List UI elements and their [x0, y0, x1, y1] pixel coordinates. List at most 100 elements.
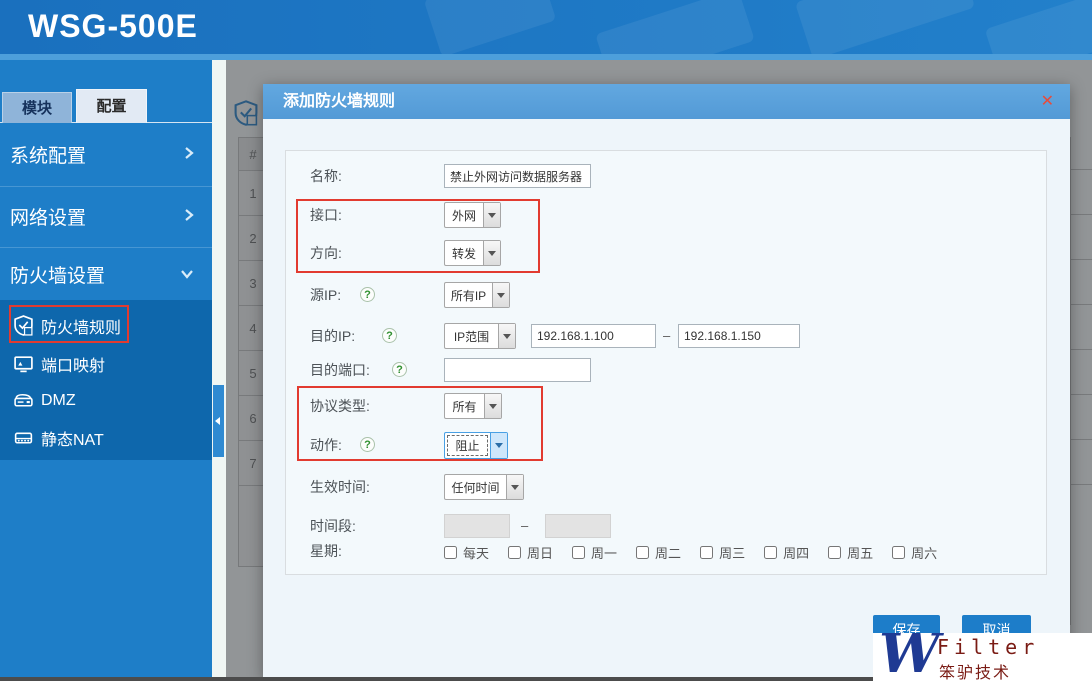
dest-ip-range-start-input[interactable] — [531, 324, 656, 348]
week-option-tuesday[interactable]: 周二 — [636, 543, 681, 562]
range-separator: – — [663, 328, 671, 343]
header-texture — [794, 0, 976, 54]
sidebar-item-label: 端口映射 — [41, 357, 106, 375]
sidebar-item-network-settings[interactable]: 网络设置 — [0, 186, 212, 246]
wfilter-logo-w: W — [879, 633, 940, 681]
action-label: 动作: — [310, 437, 342, 453]
dest-port-input[interactable] — [444, 358, 591, 382]
add-firewall-rule-dialog: 添加防火墙规则 ✕ 名称: 接口: 外网 方向: 转发 源IP: ? 所有IP … — [263, 84, 1070, 678]
help-icon[interactable]: ? — [382, 328, 397, 343]
dialog-title: 添加防火墙规则 — [283, 93, 396, 110]
source-ip-label: 源IP: — [310, 287, 342, 303]
week-option-label: 周六 — [911, 546, 938, 561]
week-option-label: 周一 — [591, 546, 618, 561]
sidebar-item-label: 网络设置 — [10, 208, 87, 229]
week-option-saturday[interactable]: 周六 — [892, 543, 937, 562]
effective-time-value: 任何时间 — [451, 480, 500, 495]
close-icon[interactable]: ✕ — [1041, 84, 1054, 119]
week-option-friday[interactable]: 周五 — [828, 543, 873, 562]
app-window: WSG-500E 模块 配置 系统配置 网络设置 防火墙设置 防火墙规则 端口映… — [0, 0, 1092, 681]
chevron-down-icon — [506, 475, 523, 499]
chevron-right-icon — [184, 144, 194, 166]
sidebar-item-label: 防火墙规则 — [41, 319, 122, 337]
range-separator: – — [521, 518, 529, 533]
action-select-value: 阻止 — [445, 433, 490, 458]
direction-label: 方向: — [310, 245, 342, 261]
week-option-thursday[interactable]: 周四 — [764, 543, 809, 562]
week-checkbox[interactable] — [444, 546, 457, 559]
direction-select[interactable]: 转发 — [444, 240, 501, 266]
week-option-label: 周五 — [847, 546, 874, 561]
week-checkbox[interactable] — [636, 546, 650, 559]
chevron-down-icon — [490, 433, 507, 458]
action-select[interactable]: 阻止 — [444, 432, 508, 459]
dest-ip-label: 目的IP: — [310, 328, 356, 344]
sidebar-item-label: DMZ — [41, 391, 76, 409]
time-range-end-input — [545, 514, 611, 538]
week-label: 星期: — [310, 543, 342, 559]
chevron-down-icon — [498, 324, 515, 348]
sidebar-collapse-handle[interactable] — [213, 385, 224, 457]
wfilter-brand-text: Filter — [937, 635, 1040, 659]
chevron-down-icon — [483, 241, 500, 265]
shield-check-icon — [13, 315, 34, 336]
header-texture — [595, 0, 755, 54]
help-icon[interactable]: ? — [360, 437, 375, 452]
source-ip-select-value: 所有IP — [450, 288, 487, 303]
week-option-wednesday[interactable]: 周三 — [700, 543, 745, 562]
dialog-header: 添加防火墙规则 ✕ — [263, 84, 1070, 119]
sidebar-item-firewall-rules[interactable]: 防火墙规则 — [0, 308, 212, 343]
time-range-label: 时间段: — [310, 518, 356, 534]
week-checkbox[interactable] — [508, 546, 522, 559]
chevron-down-icon — [492, 283, 509, 307]
chevron-down-icon — [483, 203, 500, 227]
effective-time-label: 生效时间: — [310, 479, 370, 495]
name-label: 名称: — [310, 168, 342, 184]
effective-time-select[interactable]: 任何时间 — [444, 474, 524, 500]
sidebar-item-firewall-settings[interactable]: 防火墙设置 — [0, 247, 212, 300]
sidebar-item-label: 静态NAT — [41, 431, 104, 449]
week-checkbox[interactable] — [700, 546, 714, 559]
monitor-icon — [13, 353, 34, 374]
dest-port-label: 目的端口: — [310, 362, 370, 378]
interface-label: 接口: — [310, 207, 342, 223]
week-checkbox[interactable] — [828, 546, 842, 559]
sidebar: 模块 配置 系统配置 网络设置 防火墙设置 防火墙规则 端口映射 DMZ 静态N… — [0, 60, 212, 677]
chevron-down-icon — [180, 263, 194, 285]
wfilter-company-text: 笨驴技术 — [939, 665, 1012, 681]
protocol-label: 协议类型: — [310, 398, 370, 414]
sidebar-tabs: 模块 配置 — [0, 60, 212, 123]
week-option-label: 周二 — [655, 546, 682, 561]
app-title: WSG-500E — [28, 8, 198, 44]
tab-modules[interactable]: 模块 — [2, 92, 72, 123]
protocol-select[interactable]: 所有 — [444, 393, 502, 419]
week-checkbox[interactable] — [572, 546, 586, 559]
dest-ip-range-end-input[interactable] — [678, 324, 800, 348]
source-ip-select[interactable]: 所有IP — [444, 282, 510, 308]
week-option-sunday[interactable]: 周日 — [508, 543, 553, 562]
header-texture — [423, 0, 557, 54]
sidebar-submenu: 防火墙规则 端口映射 DMZ 静态NAT — [0, 300, 212, 460]
week-checkbox[interactable] — [892, 546, 906, 559]
top-header: WSG-500E — [0, 0, 1092, 54]
week-checkbox[interactable] — [764, 546, 778, 559]
week-option-monday[interactable]: 周一 — [572, 543, 617, 562]
tab-config[interactable]: 配置 — [76, 89, 147, 123]
week-option-everyday[interactable]: 每天 — [444, 543, 489, 562]
sidebar-item-port-mapping[interactable]: 端口映射 — [0, 347, 212, 380]
week-option-label: 周日 — [527, 546, 554, 561]
sidebar-item-system-config[interactable]: 系统配置 — [0, 124, 212, 185]
name-input[interactable] — [444, 164, 591, 188]
chevron-right-icon — [184, 206, 194, 228]
help-icon[interactable]: ? — [360, 287, 375, 302]
sidebar-item-static-nat[interactable]: 静态NAT — [0, 421, 212, 454]
help-icon[interactable]: ? — [392, 362, 407, 377]
week-option-label: 周四 — [783, 546, 810, 561]
week-option-label: 每天 — [463, 546, 490, 561]
interface-select[interactable]: 外网 — [444, 202, 501, 228]
sidebar-item-dmz[interactable]: DMZ — [0, 384, 212, 417]
week-options: 每天 周日 周一 周二 周三 周四 周五 周六 — [444, 543, 937, 562]
dest-ip-type-select[interactable]: IP范围 — [444, 323, 516, 349]
week-option-label: 周三 — [719, 546, 746, 561]
nat-device-icon — [13, 427, 34, 448]
